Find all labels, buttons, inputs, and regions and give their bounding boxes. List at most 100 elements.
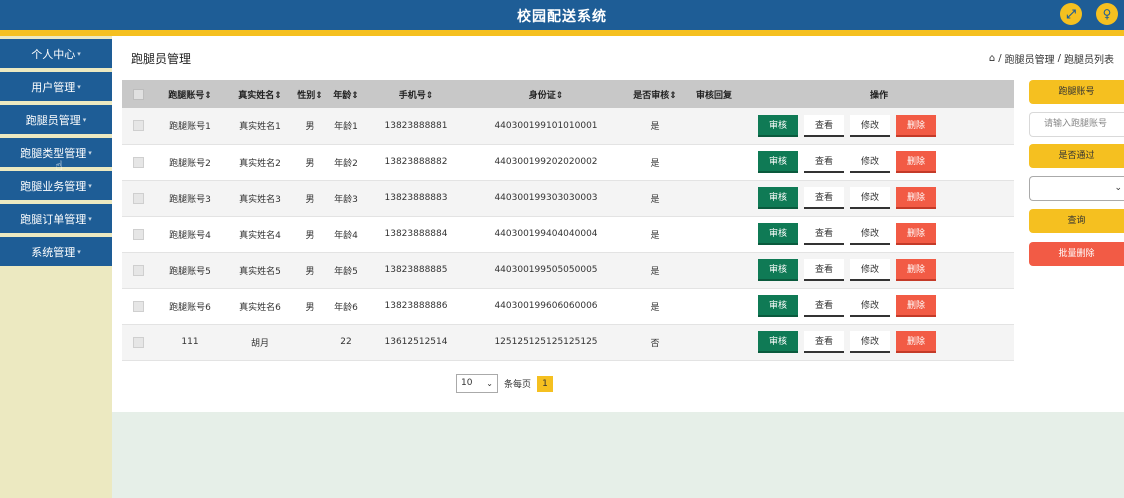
row-checkbox[interactable]: [132, 228, 144, 240]
cell-reply: [684, 288, 744, 324]
audit-button[interactable]: 审核: [758, 331, 798, 353]
chevron-down-icon: ▾: [88, 214, 92, 223]
page-size-select[interactable]: 10 ⌄: [456, 374, 498, 393]
chevron-down-icon: ▾: [88, 148, 92, 157]
delete-button[interactable]: 删除: [896, 114, 936, 137]
row-checkbox[interactable]: [132, 156, 144, 168]
audit-button[interactable]: 审核: [758, 114, 798, 137]
column-header-idcard[interactable]: 身份证⇕: [466, 80, 626, 108]
edit-button[interactable]: 修改: [850, 187, 890, 209]
cell-reply: [684, 216, 744, 252]
column-header-age[interactable]: 年龄⇕: [326, 80, 366, 108]
cell-gender: 男: [305, 302, 315, 313]
sidebar-item-label: 跑腿类型管理: [20, 146, 87, 160]
sidebar-item-label: 跑腿业务管理: [20, 179, 87, 193]
audit-button[interactable]: 审核: [758, 187, 798, 209]
delete-button[interactable]: 删除: [896, 295, 936, 317]
batch-delete-button[interactable]: 批量删除: [1029, 242, 1124, 266]
view-button[interactable]: 查看: [804, 151, 844, 173]
cell-phone: 13612512514: [384, 337, 448, 347]
cell-phone: 13823888881: [384, 120, 448, 131]
delete-button[interactable]: 删除: [896, 331, 936, 353]
cell-account: 跑腿账号6: [169, 302, 211, 313]
sidebar-item-runners[interactable]: 跑腿员管理 ▾: [0, 105, 112, 136]
cell-gender: 男: [305, 230, 315, 241]
view-button[interactable]: 查看: [804, 187, 844, 209]
audit-button[interactable]: 审核: [758, 259, 798, 281]
view-button[interactable]: 查看: [804, 295, 844, 317]
column-header-name[interactable]: 真实姓名⇕: [226, 80, 294, 108]
table-header-row: 跑腿账号⇕ 真实姓名⇕ 性别⇕ 年龄⇕ 手机号⇕ 身份证⇕ 是否审核⇕ 审核回复…: [122, 80, 1014, 108]
runner-table: 跑腿账号⇕ 真实姓名⇕ 性别⇕ 年龄⇕ 手机号⇕ 身份证⇕ 是否审核⇕ 审核回复…: [122, 80, 1014, 361]
view-button[interactable]: 查看: [804, 223, 844, 245]
cell-reply: [684, 324, 744, 360]
edit-button[interactable]: 修改: [850, 295, 890, 317]
audit-button[interactable]: 审核: [758, 151, 798, 173]
breadcrumb: ⌂ / 跑腿员管理 / 跑腿员列表: [988, 51, 1114, 66]
view-button[interactable]: 查看: [804, 114, 844, 137]
edit-button[interactable]: 修改: [850, 114, 890, 137]
delete-button[interactable]: 删除: [896, 259, 936, 281]
chevron-down-icon: ⌄: [1114, 183, 1122, 193]
user-button[interactable]: ♀: [1096, 3, 1118, 25]
chevron-down-icon: ⌄: [486, 379, 493, 388]
page-number-button[interactable]: 1: [537, 375, 554, 392]
column-header-gender[interactable]: 性别⇕: [294, 80, 326, 108]
cell-phone: 13823888883: [384, 193, 448, 203]
sidebar-item-label: 跑腿员管理: [25, 113, 81, 127]
table-row: 跑腿账号5 真实姓名5 男 年龄5 13823888885 440300199505050…: [122, 252, 1014, 288]
chevron-down-icon: ▾: [77, 247, 81, 256]
cell-name: 真实姓名3: [239, 194, 281, 205]
account-search-label: 跑腿账号: [1029, 80, 1124, 104]
table-row: 跑腿账号3 真实姓名3 男 年龄3 13823888883 440300199303030…: [122, 180, 1014, 216]
sidebar-item-users[interactable]: 用户管理 ▾: [0, 72, 112, 103]
cell-phone: 13823888886: [384, 301, 448, 311]
row-checkbox[interactable]: [132, 120, 144, 132]
column-header-audited[interactable]: 是否审核⇕: [626, 80, 684, 108]
chevron-down-icon: ▾: [77, 82, 81, 91]
edit-button[interactable]: 修改: [850, 331, 890, 353]
cell-name: 真实姓名4: [239, 230, 281, 241]
edit-button[interactable]: 修改: [850, 223, 890, 245]
column-header-phone[interactable]: 手机号⇕: [366, 80, 466, 108]
column-header-account[interactable]: 跑腿账号⇕: [154, 80, 226, 108]
column-header-reply: 审核回复: [695, 90, 732, 101]
sidebar-item-system[interactable]: 系统管理 ▾: [0, 237, 112, 268]
cell-age: 年龄5: [334, 266, 358, 277]
edit-button[interactable]: 修改: [850, 259, 890, 281]
delete-button[interactable]: 删除: [896, 187, 936, 209]
cell-idcard: 440300199404040004: [494, 229, 598, 239]
sidebar-item-label: 用户管理: [31, 80, 76, 94]
select-all-checkbox[interactable]: [132, 88, 144, 100]
delete-button[interactable]: 删除: [896, 223, 936, 245]
delete-button[interactable]: 删除: [896, 151, 936, 173]
row-checkbox[interactable]: [132, 264, 144, 276]
row-checkbox[interactable]: [132, 300, 144, 312]
query-button[interactable]: 查询: [1029, 209, 1124, 233]
cell-gender: 男: [305, 158, 315, 169]
breadcrumb-item[interactable]: 跑腿员管理: [1005, 51, 1055, 66]
view-button[interactable]: 查看: [804, 259, 844, 281]
cell-age: 年龄4: [334, 230, 358, 241]
account-search-input[interactable]: 请输入跑腿账号: [1029, 112, 1124, 137]
cell-account: 跑腿账号1: [169, 122, 211, 133]
audit-button[interactable]: 审核: [758, 223, 798, 245]
sidebar-item-errand-orders[interactable]: 跑腿订单管理 ▾: [0, 204, 112, 235]
sidebar-item-errand-business[interactable]: 跑腿业务管理 ▾: [0, 171, 112, 202]
row-checkbox[interactable]: [132, 192, 144, 204]
audit-button[interactable]: 审核: [758, 295, 798, 317]
home-icon[interactable]: ⌂: [989, 53, 995, 64]
edit-button[interactable]: 修改: [850, 151, 890, 173]
sidebar-item-personal-center[interactable]: 个人中心 ▾: [0, 39, 112, 70]
view-button[interactable]: 查看: [804, 331, 844, 353]
cell-age: 年龄2: [334, 158, 358, 169]
cell-audited: 是: [650, 230, 660, 241]
cell-reply: [684, 252, 744, 288]
cell-audited: 是: [650, 266, 660, 277]
fullscreen-button[interactable]: ⤢: [1060, 3, 1082, 25]
table-row: 跑腿账号1 真实姓名1 男 年龄1 13823888881 440300199101010…: [122, 108, 1014, 144]
row-checkbox[interactable]: [132, 336, 144, 348]
cell-account: 111: [181, 337, 199, 347]
cell-reply: [684, 180, 744, 216]
passed-filter-select[interactable]: ⌄: [1029, 176, 1124, 201]
